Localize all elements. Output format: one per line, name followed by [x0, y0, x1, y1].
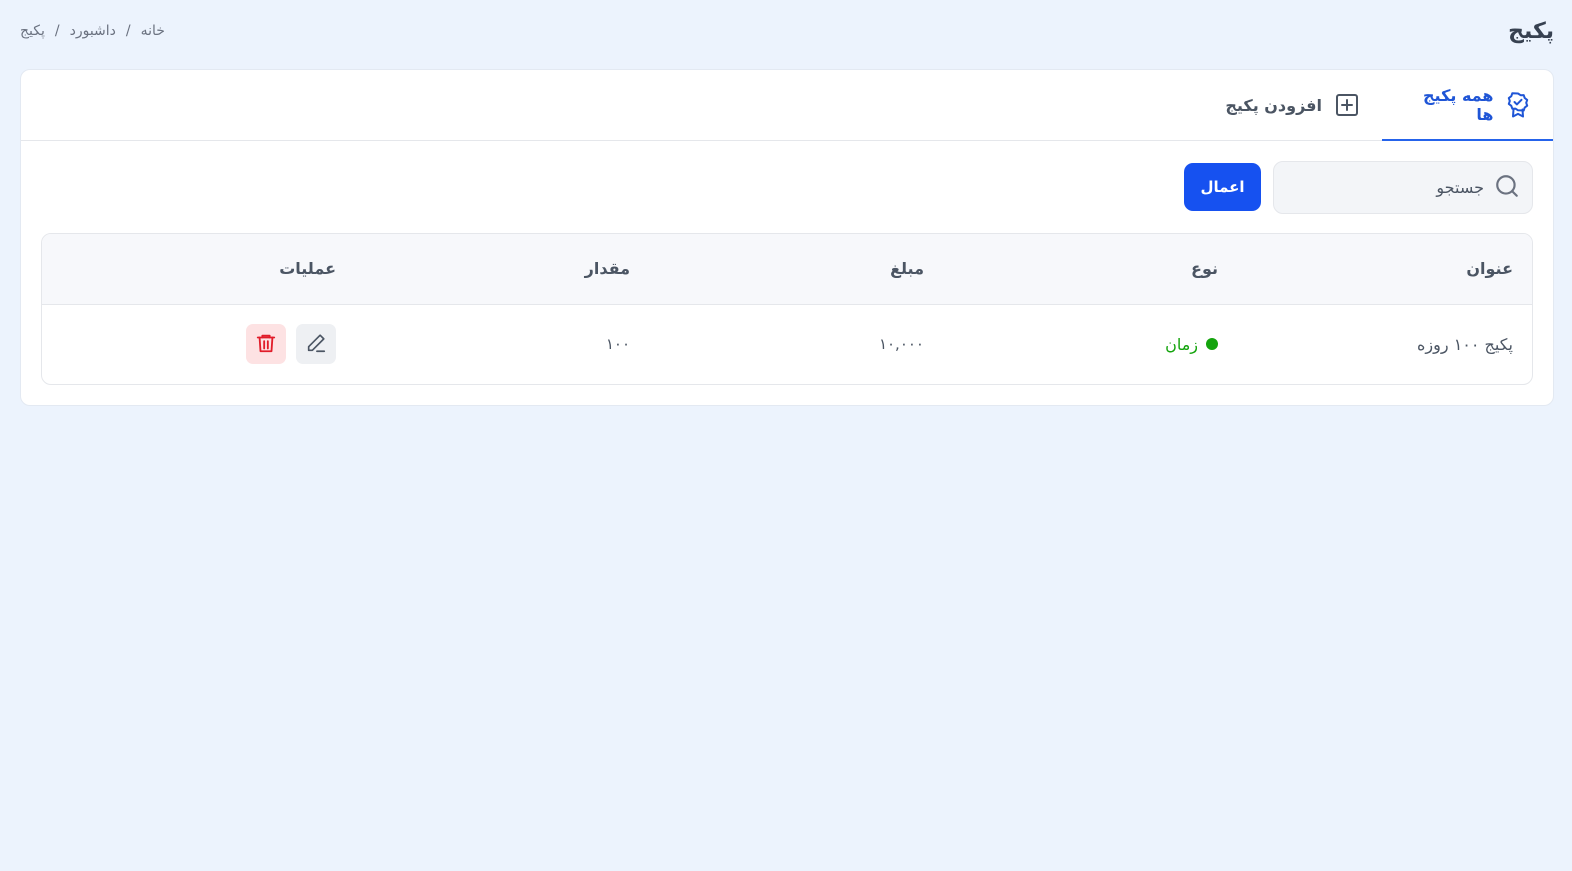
edit-button[interactable]: [296, 324, 336, 365]
tab-all-packages[interactable]: همه پکیج ها: [1382, 70, 1553, 141]
column-header-quantity: مقدار: [584, 259, 630, 279]
tab-add-package-label: افزودن پکیج: [1225, 95, 1322, 115]
badge-check-icon: [1505, 92, 1531, 118]
pencil-icon: [305, 332, 327, 357]
search-input[interactable]: [1284, 178, 1484, 197]
page-title: پکیج: [1508, 18, 1554, 44]
packages-table: عنوان نوع مبلغ مقدار عملیات پکیج ۱۰۰ روز…: [41, 233, 1533, 385]
cell-amount: ۱۰,۰۰۰: [878, 335, 924, 354]
trash-icon: [255, 332, 277, 357]
cell-quantity: ۱۰۰: [605, 335, 630, 354]
table-header-row: عنوان نوع مبلغ مقدار عملیات: [42, 234, 1532, 304]
column-header-amount: مبلغ: [890, 259, 924, 279]
row-actions: [246, 324, 336, 365]
plus-square-icon: [1334, 92, 1360, 118]
tab-all-packages-label: همه پکیج ها: [1423, 86, 1494, 124]
column-header-title: عنوان: [1466, 259, 1513, 279]
column-header-type: نوع: [1191, 259, 1218, 279]
type-label: زمان: [1165, 334, 1198, 354]
table-row: پکیج ۱۰۰ روزه زمان ۱۰,۰۰۰ ۱۰۰: [42, 304, 1532, 384]
breadcrumb-separator: /: [125, 23, 131, 39]
tab-add-package[interactable]: افزودن پکیج: [1205, 70, 1382, 140]
breadcrumb-item-home[interactable]: خانه: [141, 23, 165, 39]
cell-operations: [42, 304, 336, 384]
tab-bar: همه پکیج ها افزودن پکیج: [21, 70, 1553, 141]
delete-button[interactable]: [246, 324, 286, 365]
page-header: پکیج خانه / داشبورد / پکیج: [20, 14, 1554, 48]
breadcrumb-separator: /: [54, 23, 60, 39]
search-icon: [1494, 173, 1520, 203]
cell-type: زمان: [924, 304, 1218, 384]
packages-card: همه پکیج ها افزودن پکیج اعمال: [20, 69, 1554, 406]
search-box: [1273, 161, 1533, 214]
column-header-operations: عملیات: [279, 259, 336, 279]
breadcrumb-item-current: پکیج: [20, 23, 45, 39]
cell-title: پکیج ۱۰۰ روزه: [1417, 334, 1513, 354]
type-badge: زمان: [1165, 335, 1218, 354]
breadcrumb-item-dashboard[interactable]: داشبورد: [70, 23, 116, 39]
breadcrumb: خانه / داشبورد / پکیج: [20, 23, 165, 39]
apply-button[interactable]: اعمال: [1184, 163, 1261, 211]
search-toolbar: اعمال: [1184, 161, 1533, 214]
status-dot: [1206, 338, 1218, 350]
